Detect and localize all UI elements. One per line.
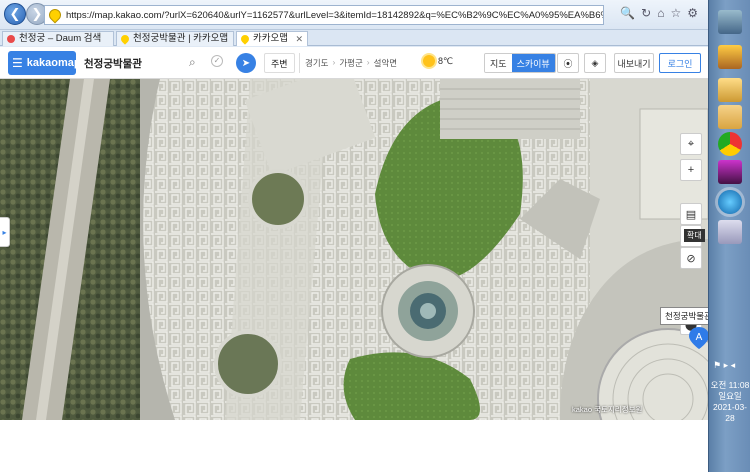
tab-label: 천정궁박물관 | 카카오맵 <box>133 33 229 44</box>
share-button[interactable]: 내보내기 <box>614 53 654 73</box>
map-copyright: kakao 국토지리정보원 <box>572 405 643 414</box>
clock-date: 2021-03-28 <box>712 402 748 423</box>
zoom-tooltip: 확대 <box>684 229 705 242</box>
paint-icon[interactable] <box>718 220 742 244</box>
chrome-icon[interactable] <box>718 132 742 156</box>
ie-icon[interactable] <box>718 190 742 214</box>
search-icon[interactable]: ⌕ <box>189 55 196 70</box>
kakaomap-favicon-icon <box>46 6 64 24</box>
address-bar[interactable]: https://map.kakao.com/?urlX=620640&urlY=… <box>44 5 604 25</box>
taskbar: ⚑ ▸ ◂ 오전 11:08 일요일 2021-03-28 <box>708 0 750 472</box>
close-tab-icon[interactable]: ✕ <box>295 32 303 46</box>
browser-toolbar-icons: 🔍 ↻ ⌂ ☆ ⚙ <box>620 6 698 20</box>
radius-tool-button[interactable]: ⊘ <box>680 247 702 269</box>
folder-icon[interactable] <box>718 105 742 129</box>
zoom-in-button[interactable]: + <box>680 159 702 181</box>
chevron-right-icon: › <box>332 57 336 67</box>
daum-icon <box>7 35 15 43</box>
search-input[interactable] <box>80 53 228 73</box>
location-pin-icon: ➤ <box>241 57 251 69</box>
poi-marker-icon[interactable]: A <box>689 327 708 349</box>
layers-icon: ◈ <box>591 57 599 68</box>
clock-time: 오전 11:08 <box>710 380 750 390</box>
search-icon[interactable]: 🔍 <box>620 6 635 20</box>
crosshair-icon: ⌖ <box>687 137 695 150</box>
temperature: 8℃ <box>438 55 454 66</box>
browser-window: ❮ ❯ https://map.kakao.com/?urlX=620640&u… <box>0 0 708 420</box>
clock-day: 일요일 <box>718 391 742 401</box>
weather-widget[interactable]: 8℃ <box>423 55 453 67</box>
tab-label: 천정궁 – Daum 검색 <box>19 33 102 44</box>
url-text[interactable]: https://map.kakao.com/?urlX=620640&urlY=… <box>66 10 603 21</box>
home-icon[interactable]: ⌂ <box>657 6 664 20</box>
photo-icon[interactable] <box>718 45 742 69</box>
breadcrumb: 경기도 › 가평군 › 설악면 <box>305 57 397 69</box>
address-bar-row: ❮ ❯ https://map.kakao.com/?urlX=620640&u… <box>0 0 708 30</box>
brand-logo: kakaomap <box>26 57 81 69</box>
side-panel-toggle[interactable]: ▸ <box>0 217 10 247</box>
map-type-skyview[interactable]: 스카이뷰 <box>511 54 555 72</box>
kakaomap-icon <box>239 33 251 45</box>
breadcrumb-item[interactable]: 설악면 <box>374 57 397 69</box>
login-button[interactable]: 로그인 <box>659 53 701 73</box>
tab-daum-search[interactable]: 천정궁 – Daum 검색 <box>2 31 114 46</box>
poi-marker-letter: A <box>696 332 703 343</box>
kakaomap-header: ☰ kakaomap ⌕ ✓ ➤ 주변 경기도 › 가평군 › 설악면 <box>0 47 708 79</box>
aerial-map-imagery[interactable] <box>0 79 708 420</box>
compass-icon: ⊘ <box>686 252 696 265</box>
directions-button[interactable]: ➤ <box>236 53 256 73</box>
divider <box>299 53 300 73</box>
tab-label: 카카오맵 <box>253 33 288 44</box>
settings-gear-icon[interactable]: ⚙ <box>687 6 698 20</box>
back-button[interactable]: ❮ <box>4 3 26 25</box>
page-blank-area <box>0 420 708 472</box>
ruler-icon: ▤ <box>685 208 697 221</box>
hamburger-icon: ☰ <box>12 56 23 70</box>
distance-tool-button[interactable]: ▤ <box>680 203 702 225</box>
my-location-button[interactable]: ⌖ <box>680 133 702 155</box>
kakaomap-icon <box>119 33 131 45</box>
chevron-right-icon: ▸ <box>2 227 7 237</box>
clear-icon[interactable]: ✓ <box>211 55 223 67</box>
nearby-button[interactable]: 주변 <box>264 53 295 73</box>
tab-kakaomap-active[interactable]: 카카오맵 ✕ <box>236 31 308 46</box>
media-icon[interactable] <box>718 160 742 184</box>
kakaomap-menu-button[interactable]: ☰ kakaomap <box>8 51 81 75</box>
roadview-button[interactable]: ⦿ <box>557 53 579 73</box>
folder-icon[interactable] <box>718 78 742 102</box>
system-tray: ⚑ ▸ ◂ <box>713 360 735 371</box>
breadcrumb-item[interactable]: 경기도 <box>305 57 328 69</box>
map-type-map[interactable]: 지도 <box>485 54 512 72</box>
poi-label[interactable]: 천정궁박물관 <box>660 307 708 325</box>
refresh-icon[interactable]: ↻ <box>641 6 651 20</box>
tab-strip: 천정궁 – Daum 검색 천정궁박물관 | 카카오맵 카카오맵 ✕ <box>0 30 708 46</box>
roadview-pin-icon: ⦿ <box>563 58 573 69</box>
favorites-star-icon[interactable]: ☆ <box>670 6 681 20</box>
breadcrumb-item[interactable]: 가평군 <box>339 57 362 69</box>
screen: ❮ ❯ https://map.kakao.com/?urlX=620640&u… <box>0 0 750 472</box>
layers-button[interactable]: ◈ <box>584 53 606 73</box>
tab-kakaomap-museum[interactable]: 천정궁박물관 | 카카오맵 <box>116 31 234 46</box>
notification-icon[interactable]: ⚑ ▸ ◂ <box>713 360 735 371</box>
chevron-right-icon: › <box>366 57 370 67</box>
map-type-toggle: 지도 스카이뷰 <box>484 53 556 73</box>
kakaomap-page: ☰ kakaomap ⌕ ✓ ➤ 주변 경기도 › 가평군 › 설악면 <box>0 47 708 420</box>
image-viewer-icon[interactable] <box>718 10 742 34</box>
clock[interactable]: 오전 11:08 일요일 2021-03-28 <box>709 380 750 424</box>
sun-cloud-icon <box>423 55 435 67</box>
plus-icon: + <box>687 164 695 176</box>
